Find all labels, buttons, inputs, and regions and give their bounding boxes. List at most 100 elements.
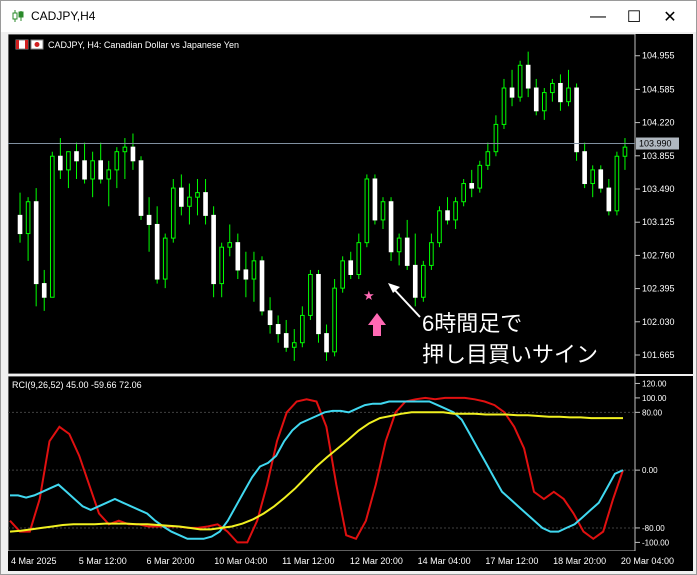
price-tick-label: 104.220 xyxy=(642,118,675,128)
candle-up xyxy=(614,155,620,212)
candle-down xyxy=(146,214,152,225)
candle-down xyxy=(558,82,563,103)
price-tick-label: 101.665 xyxy=(642,350,675,360)
candle-down xyxy=(41,283,47,298)
candle-up xyxy=(106,169,112,180)
candle-up xyxy=(566,87,571,103)
candle-down xyxy=(267,310,273,326)
candle-down xyxy=(372,178,378,221)
candle-up xyxy=(429,242,434,266)
candle-up xyxy=(195,192,200,198)
candle-up xyxy=(122,146,128,153)
time-tick-label: 18 Mar 20:00 xyxy=(553,556,606,566)
price-chart[interactable]: 104.955 104.585 104.220 103.855 103.490 103.1… xyxy=(7,33,693,375)
price-tick-label: 102.395 xyxy=(642,284,675,294)
candle-up xyxy=(300,314,305,344)
time-tick-label: 20 Mar 04:00 xyxy=(621,556,674,566)
candle-up xyxy=(332,287,337,353)
candle-up xyxy=(590,169,596,185)
candle-up xyxy=(308,273,313,316)
candle-down xyxy=(243,269,249,280)
time-tick-label: 12 Mar 20:00 xyxy=(350,556,403,566)
time-axis-labels: 4 Mar 2025 5 Mar 12:00 6 Mar 20:00 10 Mar 0… xyxy=(11,556,674,566)
candle-down xyxy=(283,333,289,348)
candle-up xyxy=(25,201,31,235)
candle-down xyxy=(316,273,321,335)
candle-up xyxy=(90,160,95,180)
candle-down xyxy=(33,201,39,285)
chart-window: CADJPY,H4 — ☐ ✕ 104.955 104.585 104.220 103… xyxy=(0,0,697,575)
maximize-button[interactable]: ☐ xyxy=(617,1,651,32)
window-title: CADJPY,H4 xyxy=(31,9,96,23)
candle-up xyxy=(291,342,297,348)
candle-up xyxy=(187,196,192,207)
candle-down xyxy=(203,192,208,216)
candle-up xyxy=(227,242,233,248)
candle-up xyxy=(453,201,458,221)
candle-down xyxy=(235,242,241,271)
rci-tick-label: 80.00 xyxy=(642,408,663,417)
candle-down xyxy=(404,237,410,266)
candle-down xyxy=(348,260,354,275)
candle-up xyxy=(485,151,491,166)
price-tick-label: 102.030 xyxy=(642,317,675,327)
time-tick-label: 10 Mar 04:00 xyxy=(214,556,267,566)
candle-up xyxy=(421,264,426,298)
buy-signal-star: ★ xyxy=(363,288,375,303)
rci-tick-label: 120.00 xyxy=(642,379,667,388)
candle-down xyxy=(598,169,604,189)
rci-tick-label: 100.00 xyxy=(642,394,667,403)
candle-up xyxy=(396,237,402,253)
price-tick-label: 103.490 xyxy=(642,184,675,194)
candle-down xyxy=(469,183,475,189)
rci-tick-label: 0.00 xyxy=(642,466,658,475)
candle-down xyxy=(324,333,329,353)
candle-up xyxy=(66,151,71,171)
candle-down xyxy=(74,151,79,162)
time-tick-label: 11 Mar 12:00 xyxy=(282,556,334,566)
title-bar[interactable]: CADJPY,H4 — ☐ ✕ xyxy=(1,1,696,32)
price-tick-label: 103.855 xyxy=(642,151,675,161)
chart-header: CADJPY, H4: Canadian Dollar vs Japanese … xyxy=(15,39,239,50)
annotation-text-line2: 押し目買いサイン xyxy=(422,342,598,367)
rci-indicator-pane[interactable]: 120.00 100.00 80.00 0.00 -80.00 -100.00 RCI(9… xyxy=(7,375,693,552)
candle-up xyxy=(517,64,523,98)
candle-down xyxy=(211,214,216,285)
candle-up xyxy=(493,123,499,153)
candle-down xyxy=(388,201,394,253)
time-tick-label: 6 Mar 20:00 xyxy=(147,556,195,566)
time-tick-label: 5 Mar 12:00 xyxy=(79,556,127,566)
candle-down xyxy=(606,187,612,212)
candle-up xyxy=(251,260,257,280)
rci-header: RCI(9,26,52) 45.00 -59.66 72.06 xyxy=(12,380,142,390)
candle-up xyxy=(380,201,386,221)
candle-down xyxy=(98,160,104,180)
candle-down xyxy=(130,146,136,162)
time-axis: 4 Mar 2025 5 Mar 12:00 6 Mar 20:00 10 Mar 0… xyxy=(8,551,693,571)
candle-down xyxy=(138,160,144,216)
candle-down xyxy=(259,260,265,312)
price-chart-pane[interactable]: 104.955 104.585 104.220 103.855 103.490 103.1… xyxy=(7,33,693,375)
flag-ca-band-right xyxy=(25,40,28,49)
candle-up xyxy=(162,237,168,280)
candle-up xyxy=(49,155,55,298)
candle-up xyxy=(461,183,466,203)
price-tick-label: 103.125 xyxy=(642,217,675,227)
price-tick-label: 102.760 xyxy=(642,250,675,260)
candle-down xyxy=(533,87,539,112)
candle-down xyxy=(82,160,87,180)
candle-down xyxy=(445,210,450,221)
candle-down xyxy=(17,214,23,235)
candle-up xyxy=(477,164,483,189)
rci-tick-label: -100.00 xyxy=(642,538,670,547)
close-button[interactable]: ✕ xyxy=(653,1,687,32)
minimize-button[interactable]: — xyxy=(581,1,615,32)
time-tick-label: 17 Mar 12:00 xyxy=(485,556,538,566)
candle-up xyxy=(437,210,442,244)
candle-down xyxy=(509,87,515,98)
candle-up xyxy=(356,242,362,275)
candle-down xyxy=(574,87,579,153)
candle-down xyxy=(525,64,531,89)
candle-up xyxy=(541,92,547,112)
rci-indicator-chart[interactable]: 120.00 100.00 80.00 0.00 -80.00 -100.00 RCI(9… xyxy=(7,375,693,552)
